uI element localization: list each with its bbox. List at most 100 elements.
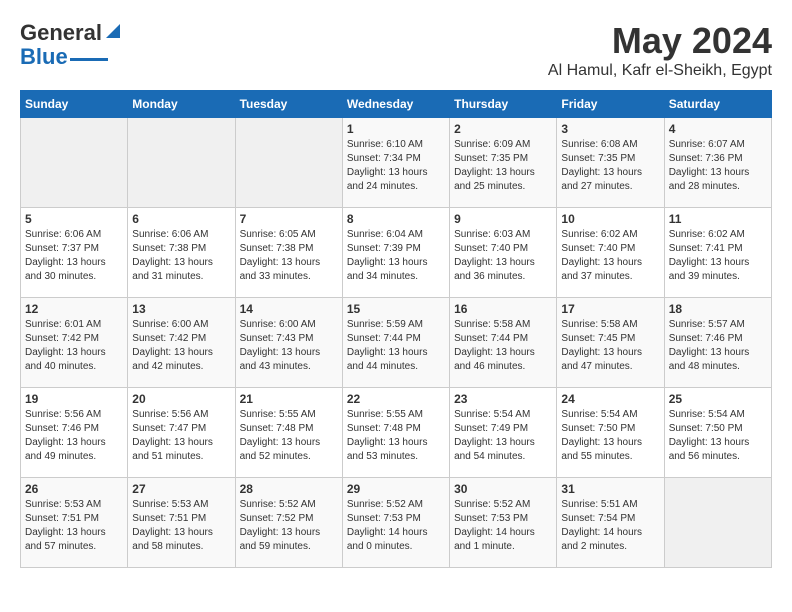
calendar-cell: 22Sunrise: 5:55 AM Sunset: 7:48 PM Dayli… xyxy=(342,388,449,478)
calendar-cell: 18 Sunrise: 5:57 AM Sunset: 7:46 PM Dayli… xyxy=(664,298,771,388)
weekday-header-wednesday: Wednesday xyxy=(342,91,449,118)
calendar-week-2: 5Sunrise: 6:06 AM Sunset: 7:37 PM Daylig… xyxy=(21,208,772,298)
calendar-cell: 1 Sunrise: 6:10 AM Sunset: 7:34 PM Daylig… xyxy=(342,118,449,208)
calendar-cell: 8 Sunrise: 6:04 AM Sunset: 7:39 PM Daylig… xyxy=(342,208,449,298)
calendar-cell: 4 Sunrise: 6:07 AM Sunset: 7:36 PM Daylig… xyxy=(664,118,771,208)
day-info: Sunrise: 5:58 AM Sunset: 7:45 PM Dayligh… xyxy=(561,318,659,374)
calendar-cell: 27Sunrise: 5:53 AM Sunset: 7:51 PM Dayli… xyxy=(128,478,235,568)
calendar-cell: 7 Sunrise: 6:05 AM Sunset: 7:38 PM Daylig… xyxy=(235,208,342,298)
calendar-table: SundayMondayTuesdayWednesdayThursdayFrid… xyxy=(20,90,772,568)
day-number: 20 xyxy=(132,392,230,406)
day-number: 16 xyxy=(454,302,552,316)
day-number: 4 xyxy=(669,122,767,136)
day-number: 18 xyxy=(669,302,767,316)
weekday-header-row: SundayMondayTuesdayWednesdayThursdayFrid… xyxy=(21,91,772,118)
day-number: 15 xyxy=(347,302,445,316)
day-number: 1 xyxy=(347,122,445,136)
day-number: 23 xyxy=(454,392,552,406)
day-info: Sunrise: 5:52 AM Sunset: 7:53 PM Dayligh… xyxy=(347,498,445,554)
calendar-cell: 26 Sunrise: 5:53 AM Sunset: 7:51 PM Dayli… xyxy=(21,478,128,568)
day-number: 12 xyxy=(25,302,123,316)
day-info: Sunrise: 5:56 AM Sunset: 7:47 PM Dayligh… xyxy=(132,408,230,464)
calendar-cell: 2 Sunrise: 6:09 AM Sunset: 7:35 PM Daylig… xyxy=(450,118,557,208)
day-info: Sunrise: 5:56 AM Sunset: 7:46 PM Dayligh… xyxy=(25,408,123,464)
day-info: Sunrise: 6:05 AM Sunset: 7:38 PM Dayligh… xyxy=(240,228,338,284)
title-block: May 2024 Al Hamul, Kafr el-Sheikh, Egypt xyxy=(548,20,772,80)
day-info: Sunrise: 5:54 AM Sunset: 7:50 PM Dayligh… xyxy=(561,408,659,464)
logo-blue-line: Blue xyxy=(20,44,108,70)
day-number: 6 xyxy=(132,212,230,226)
day-info: Sunrise: 5:54 AM Sunset: 7:50 PM Dayligh… xyxy=(669,408,767,464)
weekday-header-tuesday: Tuesday xyxy=(235,91,342,118)
calendar-cell xyxy=(235,118,342,208)
day-info: Sunrise: 5:57 AM Sunset: 7:46 PM Dayligh… xyxy=(669,318,767,374)
logo-underline xyxy=(70,58,108,61)
day-number: 28 xyxy=(240,482,338,496)
calendar-cell: 20 Sunrise: 5:56 AM Sunset: 7:47 PM Dayli… xyxy=(128,388,235,478)
calendar-week-3: 12 Sunrise: 6:01 AM Sunset: 7:42 PM Dayli… xyxy=(21,298,772,388)
day-number: 10 xyxy=(561,212,659,226)
day-info: Sunrise: 5:52 AM Sunset: 7:52 PM Dayligh… xyxy=(240,498,338,554)
page-header: General Blue May 2024 Al Hamul, Kafr el-… xyxy=(20,20,772,80)
day-number: 8 xyxy=(347,212,445,226)
weekday-header-monday: Monday xyxy=(128,91,235,118)
day-number: 24 xyxy=(561,392,659,406)
calendar-cell: 5Sunrise: 6:06 AM Sunset: 7:37 PM Daylig… xyxy=(21,208,128,298)
calendar-cell xyxy=(128,118,235,208)
weekday-header-thursday: Thursday xyxy=(450,91,557,118)
day-number: 27 xyxy=(132,482,230,496)
day-number: 29 xyxy=(347,482,445,496)
calendar-cell: 14Sunrise: 6:00 AM Sunset: 7:43 PM Dayli… xyxy=(235,298,342,388)
day-info: Sunrise: 5:54 AM Sunset: 7:49 PM Dayligh… xyxy=(454,408,552,464)
calendar-cell: 16Sunrise: 5:58 AM Sunset: 7:44 PM Dayli… xyxy=(450,298,557,388)
calendar-cell: 25 Sunrise: 5:54 AM Sunset: 7:50 PM Dayli… xyxy=(664,388,771,478)
calendar-cell: 17Sunrise: 5:58 AM Sunset: 7:45 PM Dayli… xyxy=(557,298,664,388)
day-info: Sunrise: 6:03 AM Sunset: 7:40 PM Dayligh… xyxy=(454,228,552,284)
calendar-week-1: 1 Sunrise: 6:10 AM Sunset: 7:34 PM Daylig… xyxy=(21,118,772,208)
day-info: Sunrise: 6:02 AM Sunset: 7:41 PM Dayligh… xyxy=(669,228,767,284)
logo-general: General xyxy=(20,20,102,45)
day-info: Sunrise: 6:07 AM Sunset: 7:36 PM Dayligh… xyxy=(669,138,767,194)
day-number: 21 xyxy=(240,392,338,406)
calendar-cell: 3Sunrise: 6:08 AM Sunset: 7:35 PM Daylig… xyxy=(557,118,664,208)
day-info: Sunrise: 5:59 AM Sunset: 7:44 PM Dayligh… xyxy=(347,318,445,374)
day-info: Sunrise: 6:10 AM Sunset: 7:34 PM Dayligh… xyxy=(347,138,445,194)
day-number: 14 xyxy=(240,302,338,316)
day-number: 26 xyxy=(25,482,123,496)
day-number: 22 xyxy=(347,392,445,406)
month-title: May 2024 xyxy=(548,20,772,62)
day-info: Sunrise: 5:53 AM Sunset: 7:51 PM Dayligh… xyxy=(25,498,123,554)
calendar-cell: 23 Sunrise: 5:54 AM Sunset: 7:49 PM Dayli… xyxy=(450,388,557,478)
calendar-cell: 6Sunrise: 6:06 AM Sunset: 7:38 PM Daylig… xyxy=(128,208,235,298)
day-number: 2 xyxy=(454,122,552,136)
day-number: 9 xyxy=(454,212,552,226)
calendar-cell: 9 Sunrise: 6:03 AM Sunset: 7:40 PM Daylig… xyxy=(450,208,557,298)
day-number: 7 xyxy=(240,212,338,226)
day-info: Sunrise: 6:09 AM Sunset: 7:35 PM Dayligh… xyxy=(454,138,552,194)
calendar-week-5: 26 Sunrise: 5:53 AM Sunset: 7:51 PM Dayli… xyxy=(21,478,772,568)
day-number: 5 xyxy=(25,212,123,226)
calendar-cell: 10Sunrise: 6:02 AM Sunset: 7:40 PM Dayli… xyxy=(557,208,664,298)
logo: General Blue xyxy=(20,20,122,70)
day-number: 25 xyxy=(669,392,767,406)
day-info: Sunrise: 5:51 AM Sunset: 7:54 PM Dayligh… xyxy=(561,498,659,554)
day-number: 13 xyxy=(132,302,230,316)
calendar-cell xyxy=(664,478,771,568)
logo-text: General xyxy=(20,20,102,46)
day-number: 30 xyxy=(454,482,552,496)
day-number: 19 xyxy=(25,392,123,406)
calendar-cell: 15 Sunrise: 5:59 AM Sunset: 7:44 PM Dayli… xyxy=(342,298,449,388)
calendar-cell: 31Sunrise: 5:51 AM Sunset: 7:54 PM Dayli… xyxy=(557,478,664,568)
logo-blue-text: Blue xyxy=(20,44,68,70)
calendar-cell: 13 Sunrise: 6:00 AM Sunset: 7:42 PM Dayli… xyxy=(128,298,235,388)
calendar-cell: 12 Sunrise: 6:01 AM Sunset: 7:42 PM Dayli… xyxy=(21,298,128,388)
logo-arrow-icon xyxy=(104,22,122,40)
calendar-cell: 19 Sunrise: 5:56 AM Sunset: 7:46 PM Dayli… xyxy=(21,388,128,478)
calendar-cell: 11Sunrise: 6:02 AM Sunset: 7:41 PM Dayli… xyxy=(664,208,771,298)
calendar-cell: 28 Sunrise: 5:52 AM Sunset: 7:52 PM Dayli… xyxy=(235,478,342,568)
day-info: Sunrise: 6:04 AM Sunset: 7:39 PM Dayligh… xyxy=(347,228,445,284)
day-info: Sunrise: 6:01 AM Sunset: 7:42 PM Dayligh… xyxy=(25,318,123,374)
day-info: Sunrise: 5:55 AM Sunset: 7:48 PM Dayligh… xyxy=(240,408,338,464)
weekday-header-saturday: Saturday xyxy=(664,91,771,118)
day-info: Sunrise: 6:00 AM Sunset: 7:42 PM Dayligh… xyxy=(132,318,230,374)
